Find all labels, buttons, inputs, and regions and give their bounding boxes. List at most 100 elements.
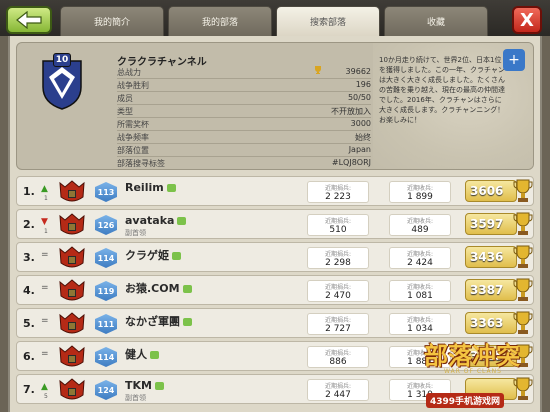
- info-value[interactable]: #LQJ8ORJ: [332, 158, 371, 167]
- rank-change-count: 1: [44, 195, 48, 202]
- donated-value: 2 223: [325, 192, 351, 202]
- donated-label: 近期捐兵:: [324, 218, 352, 225]
- info-row-location: 部落位置 Japan: [117, 145, 371, 157]
- rank-trend-indicator: =: [41, 283, 49, 293]
- clan-level-badge: 10: [53, 53, 71, 67]
- rank-trend-indicator: =: [41, 349, 49, 359]
- member-name: なかざ軍團: [125, 313, 192, 329]
- online-indicator-icon: [172, 252, 181, 260]
- plus-icon: +: [508, 52, 520, 68]
- donated-box: 近期捐兵: 886: [307, 346, 369, 368]
- received-value: 2 424: [407, 258, 433, 268]
- donated-value: 2 727: [325, 324, 351, 334]
- back-button[interactable]: [6, 6, 52, 34]
- info-row-war-frequency: 战争频率 始终: [117, 132, 371, 144]
- member-rank: 7.: [23, 383, 35, 396]
- watermark-site: 4399手机游戏网: [426, 393, 505, 408]
- donated-label: 近期捐兵:: [324, 284, 352, 291]
- member-name-text: お猿.COM: [125, 282, 180, 295]
- divider: [117, 78, 371, 79]
- league-badge-icon: [59, 312, 85, 334]
- rank-change-count: 5: [44, 393, 48, 400]
- clan-name: クラクラチャンネル: [117, 57, 207, 68]
- member-name-text: avataka: [125, 214, 175, 227]
- received-box: 近期收兵: 489: [389, 214, 451, 236]
- divider: [117, 91, 371, 92]
- donated-box: 近期捐兵: 2 447: [307, 379, 369, 401]
- close-button[interactable]: X: [512, 6, 542, 34]
- clan-info-card: 10 クラクラチャンネル 总战力 39662 战争胜利 196 成员 50/50…: [16, 42, 534, 170]
- donated-box: 近期捐兵: 2 470: [307, 280, 369, 302]
- member-name-text: TKM: [125, 379, 152, 392]
- member-row[interactable]: 4. = 119 お猿.COM 近期捐兵: 2 470 近期收兵: 1 081 …: [16, 275, 534, 305]
- info-row-required-trophies: 所需奖杯 3000: [117, 119, 371, 131]
- info-value: Japan: [348, 145, 371, 154]
- received-label: 近期收兵:: [406, 185, 434, 192]
- info-row-type: 类型 不开放加入: [117, 106, 371, 118]
- member-rank: 2.: [23, 218, 35, 231]
- online-indicator-icon: [150, 351, 159, 359]
- received-label: 近期收兵:: [406, 251, 434, 258]
- league-badge-icon: [59, 246, 85, 268]
- info-value: 不开放加入: [331, 107, 371, 116]
- info-row-war-wins: 战争胜利 196: [117, 80, 371, 92]
- rank-trend-indicator: ▲: [41, 382, 48, 392]
- donated-label: 近期捐兵:: [324, 251, 352, 258]
- rank-change-count: 1: [44, 228, 48, 235]
- member-name: avataka: [125, 214, 187, 227]
- donated-box: 近期捐兵: 510: [307, 214, 369, 236]
- tab-my-clan[interactable]: 我的部落: [168, 6, 272, 36]
- member-name: お猿.COM: [125, 280, 192, 296]
- member-name: クラゲ姫: [125, 247, 181, 263]
- league-badge-icon: [59, 378, 85, 400]
- tab-search-clans[interactable]: 搜索部落: [276, 6, 380, 36]
- member-name: Reilim: [125, 181, 176, 194]
- experience-level-icon: 126: [95, 215, 117, 235]
- trophy-count: 3387: [465, 279, 517, 301]
- donated-value: 2 298: [325, 258, 351, 268]
- member-rank: 4.: [23, 284, 35, 297]
- donated-label: 近期捐兵:: [324, 350, 352, 357]
- info-label: 战争胜利: [117, 81, 149, 90]
- info-label: 类型: [117, 107, 133, 116]
- donated-label: 近期捐兵:: [324, 185, 352, 192]
- tab-my-profile[interactable]: 我的簡介: [60, 6, 164, 36]
- trophy-cup-icon: [513, 245, 533, 268]
- online-indicator-icon: [183, 318, 192, 326]
- online-indicator-icon: [177, 217, 187, 225]
- donated-box: 近期捐兵: 2 223: [307, 181, 369, 203]
- donated-value: 886: [329, 357, 347, 367]
- received-box: 近期收兵: 2 424: [389, 247, 451, 269]
- member-name-text: クラゲ姫: [125, 249, 169, 262]
- bookmark-add-button[interactable]: +: [503, 49, 525, 71]
- experience-level-icon: 124: [95, 380, 117, 400]
- member-row[interactable]: 2. ▼ 126 avataka 副首领 近期捐兵: 510 近期收兵: 489…: [16, 209, 534, 239]
- donated-value: 510: [329, 225, 347, 235]
- trophy-cup-icon: [513, 179, 533, 202]
- member-name-text: Reilim: [125, 181, 164, 194]
- divider: [117, 117, 371, 118]
- member-row[interactable]: 1. ▲ 113 Reilim 近期捐兵: 2 223 近期收兵: 1 899 …: [16, 176, 534, 206]
- member-rank: 5.: [23, 317, 35, 330]
- trophy-count: 3597: [465, 213, 517, 235]
- info-row-members: 成员 50/50: [117, 93, 371, 105]
- member-role: 副首领: [125, 394, 146, 402]
- trophy-cup-icon: [513, 278, 533, 301]
- tab-bookmarks[interactable]: 收藏: [384, 6, 488, 36]
- received-box: 近期收兵: 1 081: [389, 280, 451, 302]
- divider: [117, 104, 371, 105]
- divider: [117, 156, 371, 157]
- watermark-logo: 部落冲突 WAR OF CLANS 4399手机游戏网: [424, 332, 542, 408]
- divider: [117, 143, 371, 144]
- league-badge-icon: [59, 279, 85, 301]
- member-row[interactable]: 3. = 114 クラゲ姫 近期捐兵: 2 298 近期收兵: 2 424 34…: [16, 242, 534, 272]
- info-label: 战争频率: [117, 133, 149, 142]
- watermark-subtitle: WAR OF CLANS: [444, 368, 502, 375]
- trophy-icon: [315, 66, 321, 74]
- donated-box: 近期捐兵: 2 298: [307, 247, 369, 269]
- member-name: 健人: [125, 346, 159, 362]
- received-label: 近期收兵:: [406, 317, 434, 324]
- trophy-count: 3436: [465, 246, 517, 268]
- experience-level-icon: 113: [95, 182, 117, 202]
- info-value: 50/50: [347, 93, 371, 102]
